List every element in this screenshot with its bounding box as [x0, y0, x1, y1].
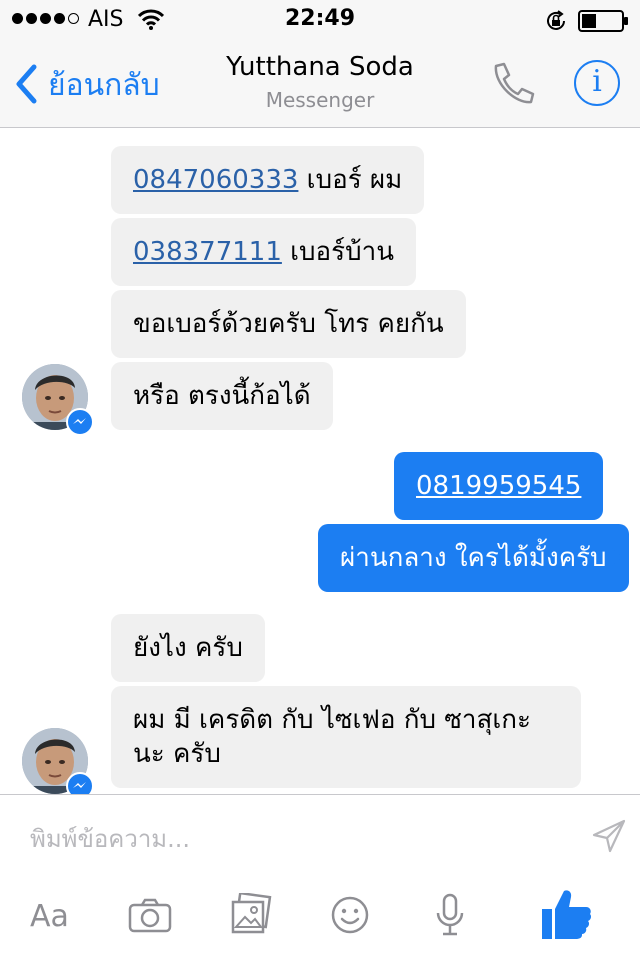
- message-bubble[interactable]: ขอเบอร์ด้วยครับ โทร คยกัน: [111, 290, 466, 358]
- message-text: ผม มี เครดิต กับ ไซเฟอ กับ ซาสุเกะ นะ คร…: [133, 705, 531, 769]
- message-text: ขอเบอร์ด้วยครับ โทร คยกัน: [133, 309, 444, 339]
- phone-link[interactable]: 0847060333: [133, 165, 298, 195]
- message-bubble[interactable]: หรือ ตรงนี้ก้อได้: [111, 362, 333, 430]
- info-button[interactable]: i: [574, 60, 620, 106]
- composer: Aa: [0, 794, 640, 960]
- battery-icon: [578, 10, 630, 36]
- send-button[interactable]: [592, 819, 626, 857]
- message-bubble[interactable]: ผ่านกลาง ใครได้มั้งครับ: [318, 524, 629, 592]
- phone-link[interactable]: 0819959545: [416, 471, 581, 501]
- bubble-tail: [612, 548, 622, 566]
- contact-name: Yutthana Soda: [226, 52, 414, 82]
- photo-gallery-icon: [230, 891, 272, 939]
- rotation-lock-icon: [544, 9, 568, 37]
- text-format-button[interactable]: Aa: [30, 899, 69, 934]
- message-input[interactable]: [30, 821, 570, 857]
- message-bubble[interactable]: 0819959545: [394, 452, 604, 520]
- camera-button[interactable]: [128, 897, 172, 937]
- message-bubble[interactable]: 038377111 เบอร์บ้าน: [111, 218, 417, 286]
- phone-link[interactable]: 038377111: [133, 237, 282, 267]
- navigation-bar: ย้อนกลับ Yutthana Soda Messenger i: [0, 40, 640, 128]
- message-text: ผ่านกลาง ใครได้มั้งครับ: [340, 543, 607, 573]
- message-bubble[interactable]: ยังไง ครับ: [111, 614, 265, 682]
- camera-icon: [128, 898, 172, 937]
- message-text: เบอร์บ้าน: [281, 237, 395, 267]
- send-icon: [592, 819, 626, 857]
- text-format-label: Aa: [30, 899, 69, 934]
- emoji-button[interactable]: [330, 895, 370, 939]
- message-text: ยังไง ครับ: [133, 633, 243, 663]
- message-text: เบอร์ ผม: [298, 165, 403, 195]
- contact-subtitle: Messenger: [265, 88, 375, 112]
- like-button[interactable]: [540, 887, 592, 945]
- info-icon: i: [592, 64, 602, 99]
- messenger-badge-icon: [66, 408, 94, 436]
- message-bubble[interactable]: 0847060333 เบอร์ ผม: [111, 146, 425, 214]
- thumbs-up-icon: [540, 890, 592, 945]
- status-bar: AIS 22:49: [0, 0, 640, 40]
- emoji-icon: [330, 896, 370, 939]
- photo-gallery-button[interactable]: [230, 891, 272, 939]
- message-text: หรือ ตรงนี้ก้อได้: [133, 381, 311, 411]
- message-bubble[interactable]: ผม มี เครดิต กับ ไซเฟอ กับ ซาสุเกะ นะ คร…: [111, 686, 581, 788]
- phone-icon: [488, 62, 536, 112]
- microphone-button[interactable]: [434, 893, 466, 941]
- microphone-icon: [434, 893, 466, 941]
- call-button[interactable]: [488, 60, 536, 112]
